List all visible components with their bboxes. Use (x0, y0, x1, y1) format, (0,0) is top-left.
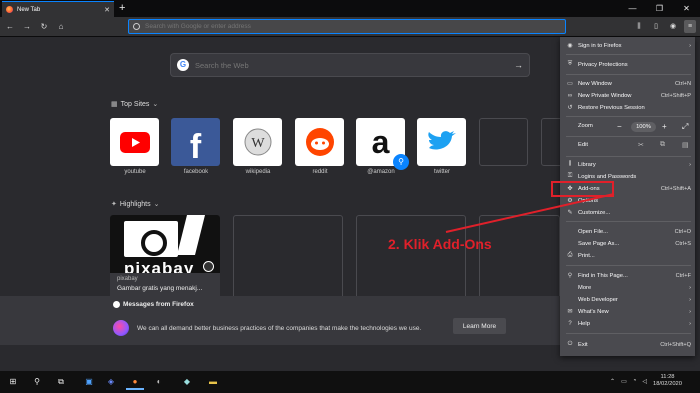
callout-text: 2. Klik Add-Ons (388, 236, 492, 252)
app-icon[interactable]: ◐ (150, 374, 168, 390)
firefox-taskbar-icon[interactable]: ● (126, 374, 144, 390)
clock[interactable]: 11:28 18/02/2020 (653, 374, 682, 388)
task-view-icon[interactable]: ⧉ (52, 374, 70, 390)
app-icon[interactable]: ◈ (102, 374, 120, 390)
clock-date: 18/02/2020 (652, 381, 682, 387)
tray-chevron-icon[interactable]: ⌃ (610, 378, 615, 385)
network-icon[interactable]: ◔ (633, 378, 637, 384)
taskbar: ⊞ ⚲ ⧉ ▣ ◈ ● ◐ ◆ ▬ ⌃ ▭ ◔ ◁ 11:28 18/02/20… (0, 371, 700, 393)
screen: New Tab ✕ + — ❐ ✕ ← → ↻ ⌂ ⫼ ▯ ◉ ≡ G → (0, 0, 700, 393)
search-icon[interactable]: ⚲ (28, 374, 46, 390)
battery-icon[interactable]: ▭ (621, 378, 627, 385)
app-icon[interactable]: ▣ (80, 374, 98, 390)
folder-icon[interactable]: ▬ (204, 374, 222, 390)
clock-time: 11:28 (660, 374, 675, 380)
callout-line (445, 193, 615, 233)
app-icon[interactable]: ◆ (178, 374, 196, 390)
system-tray: ⌃ ▭ ◔ ◁ 11:28 18/02/2020 (610, 374, 682, 388)
windows-start-icon[interactable]: ⊞ (4, 374, 22, 390)
volume-icon[interactable]: ◁ (642, 378, 647, 385)
